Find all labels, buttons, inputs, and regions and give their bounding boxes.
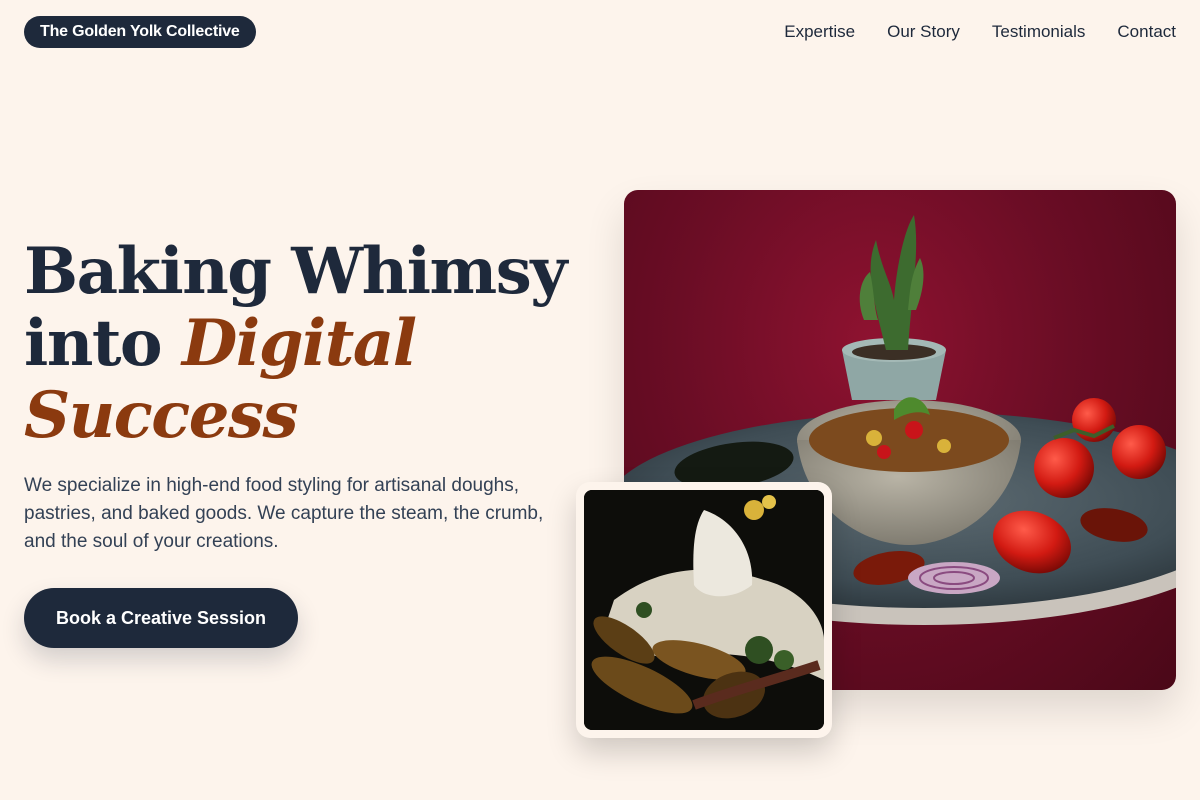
nav-item-testimonials[interactable]: Testimonials [992,20,1086,44]
hero-inset-image [584,490,824,730]
headline-accent-digital: Digital [181,306,417,381]
main-nav: Expertise Our Story Testimonials Contact [784,20,1176,44]
nav-item-expertise[interactable]: Expertise [784,20,855,44]
nav-item-our-story[interactable]: Our Story [887,20,960,44]
inset-image-illustration [584,490,824,730]
headline-line-2-plain: into [24,306,182,381]
brand-logo[interactable]: The Golden Yolk Collective [24,16,256,48]
hero-inset-image-frame [576,482,832,738]
headline-accent-success: Success [24,378,298,453]
headline-line-1: Baking Whimsy [24,234,567,309]
hero-headline: Baking Whimsy into Digital Success [24,236,584,452]
book-session-button[interactable]: Book a Creative Session [24,588,298,648]
hero-lead-text: We specialize in high-end food styling f… [24,475,544,552]
nav-item-contact[interactable]: Contact [1117,20,1176,44]
